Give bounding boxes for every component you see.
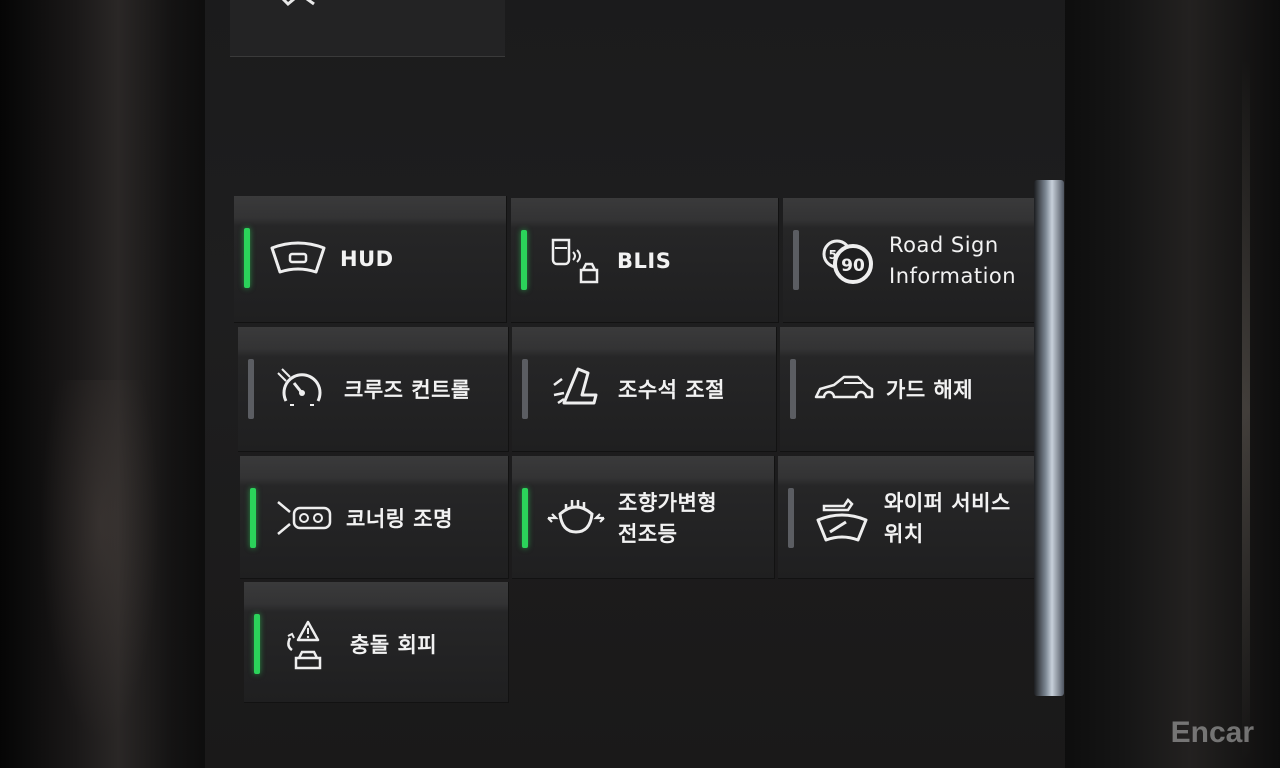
tile-label-passenger-seat: 조수석 조절 xyxy=(618,378,725,402)
blis-car-icon xyxy=(551,238,599,284)
hud-icon xyxy=(270,241,326,274)
cruise-control-icon xyxy=(277,368,322,406)
headlight-icon xyxy=(547,500,605,534)
tile-label-cornering: 코너링 조명 xyxy=(346,507,453,531)
status-indicator-blis xyxy=(521,230,527,290)
status-indicator-cornering xyxy=(250,488,256,548)
status-indicator-guard xyxy=(790,359,796,419)
tile-cruise[interactable]: 크루즈 컨트롤 xyxy=(238,327,509,452)
scrollbar[interactable] xyxy=(1034,180,1064,696)
status-indicator-collision xyxy=(254,614,260,674)
tile-passenger-seat[interactable]: 조수석 조절 xyxy=(512,327,777,452)
wiper-icon xyxy=(816,498,868,542)
tile-wiper[interactable]: 와이퍼 서비스 위치 xyxy=(778,456,1041,579)
tile-headlight[interactable]: 조향가변형 전조등 xyxy=(512,456,775,579)
status-indicator-road-sign xyxy=(793,230,799,290)
status-indicator-passenger-seat xyxy=(522,359,528,419)
car-side-icon xyxy=(814,375,874,399)
tile-label-guard: 가드 해제 xyxy=(886,378,974,402)
watermark-text: Encar xyxy=(1170,716,1254,749)
tile-label-blis: BLIS xyxy=(617,249,672,273)
tile-hud[interactable]: HUD xyxy=(234,196,507,323)
tile-road-sign[interactable]: 50 90 Road Sign Information xyxy=(783,198,1051,323)
display-bezel-left xyxy=(0,0,215,768)
partial-icon xyxy=(281,0,315,7)
status-indicator-cruise xyxy=(248,359,254,419)
collision-warning-icon xyxy=(287,620,322,670)
status-indicator-hud xyxy=(244,228,250,288)
tile-label-collision: 충돌 회피 xyxy=(350,633,438,657)
tile-label-road-sign: Road Sign Information xyxy=(889,233,1017,288)
partial-tile-top[interactable] xyxy=(230,0,505,57)
sign-big-text: 90 xyxy=(841,256,865,276)
speed-sign-icon: 50 90 xyxy=(822,239,873,284)
tile-collision[interactable]: 충돌 회피 xyxy=(244,582,509,703)
seat-icon xyxy=(553,367,598,405)
cornering-light-icon xyxy=(277,501,332,535)
tile-label-cruise: 크루즈 컨트롤 xyxy=(344,378,471,402)
tile-label-wiper: 와이퍼 서비스 위치 xyxy=(884,491,1011,546)
status-indicator-wiper xyxy=(788,488,794,548)
tile-cornering[interactable]: 코너링 조명 xyxy=(240,456,509,579)
tile-guard[interactable]: 가드 해제 xyxy=(780,327,1047,452)
tile-label-headlight: 조향가변형 전조등 xyxy=(618,491,718,546)
display-bezel-right xyxy=(1055,0,1280,768)
tile-blis[interactable]: BLIS xyxy=(511,198,779,323)
tile-label-hud: HUD xyxy=(340,247,394,271)
status-indicator-headlight xyxy=(522,488,528,548)
